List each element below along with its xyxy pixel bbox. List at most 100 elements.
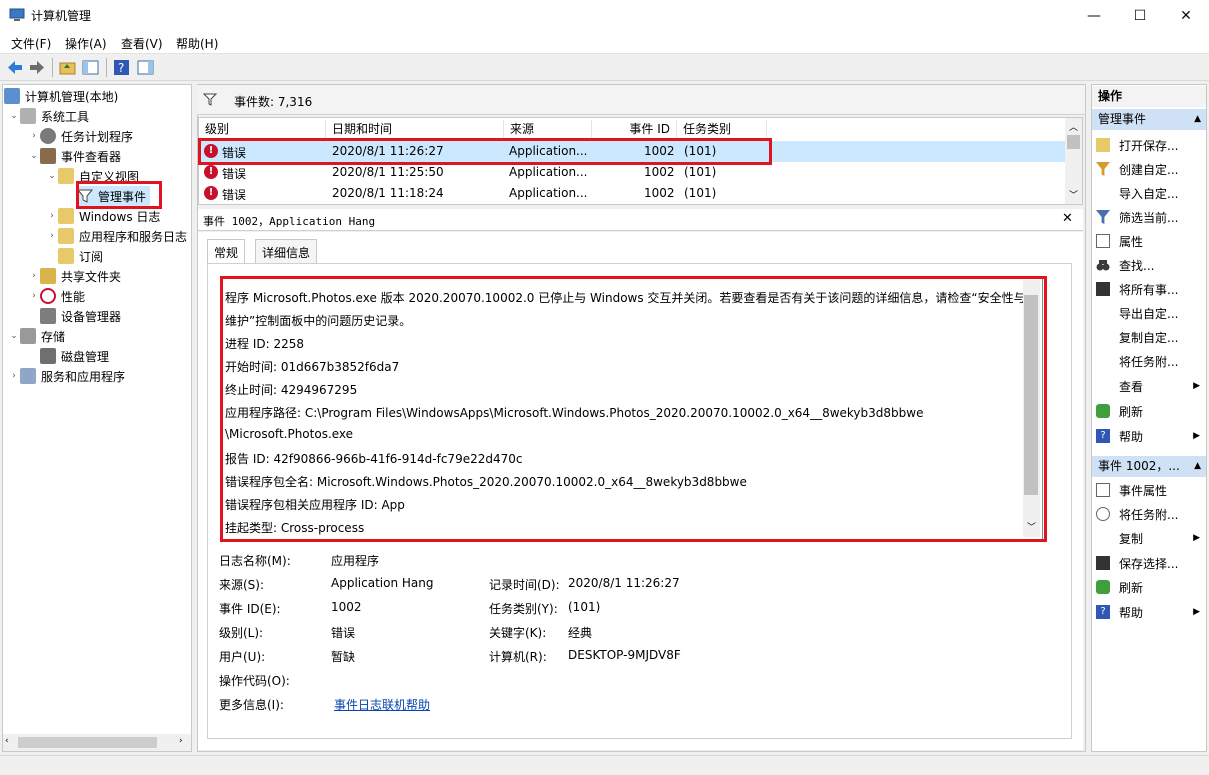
action-save-all-events[interactable]: 将所有事...	[1096, 279, 1204, 299]
column-event-id[interactable]: 事件 ID	[592, 120, 677, 139]
collapse-up-icon[interactable]: ▲	[1194, 109, 1201, 130]
tree-admin-events[interactable]: 管理事件	[76, 186, 151, 206]
column-datetime[interactable]: 日期和时间	[326, 120, 504, 139]
action-refresh-event[interactable]: 刷新	[1096, 577, 1204, 597]
minimize-button[interactable]: —	[1071, 0, 1117, 31]
tree-windows-logs[interactable]: › Windows 日志	[46, 206, 160, 226]
user-value: 暂缺	[331, 650, 356, 664]
tree-root[interactable]: 计算机管理(本地)	[4, 86, 118, 106]
action-label: 将任务附...	[1119, 354, 1179, 369]
tree-storage[interactable]: ⌄ 存储	[8, 326, 65, 346]
action-copy[interactable]: 复制 ▶	[1096, 528, 1204, 548]
action-copy-custom-view[interactable]: 复制自定...	[1096, 327, 1204, 347]
scroll-down-icon[interactable]: ﹀	[1027, 520, 1036, 533]
tree-app-service-logs[interactable]: › 应用程序和服务日志	[46, 226, 187, 246]
scroll-left-icon[interactable]: ‹	[5, 736, 9, 746]
action-label: 保存选择...	[1119, 556, 1179, 571]
cell-category: (101)	[684, 144, 717, 158]
action-label: 导出自定...	[1119, 306, 1179, 321]
action-export-custom-view[interactable]: 导出自定...	[1096, 303, 1204, 323]
action-open-saved-log[interactable]: 打开保存...	[1096, 135, 1204, 155]
tree-services-apps[interactable]: › 服务和应用程序	[8, 366, 125, 386]
action-help[interactable]: ? 帮助 ▶	[1096, 426, 1204, 446]
chevron-right-icon[interactable]: ›	[28, 131, 40, 141]
scroll-right-icon[interactable]: ›	[179, 736, 183, 746]
menu-view[interactable]: 查看(V)	[121, 35, 163, 52]
tab-details[interactable]: 详细信息	[255, 239, 318, 263]
table-row[interactable]: ! 错误 2020/8/1 11:18:24 Application... 10…	[199, 183, 1065, 204]
maximize-button[interactable]: ☐	[1117, 0, 1163, 31]
menu-file[interactable]: 文件(F)	[11, 35, 51, 52]
tree-disk-management[interactable]: 磁盘管理	[40, 346, 109, 366]
copy-icon	[1096, 330, 1110, 344]
action-attach-task[interactable]: 将任务附...	[1096, 351, 1204, 371]
table-row[interactable]: ! 错误 2020/8/1 11:26:27 Application... 10…	[199, 141, 1065, 162]
chevron-down-icon[interactable]: ⌄	[8, 331, 20, 341]
scroll-down-icon[interactable]: ﹀	[1069, 188, 1078, 201]
column-level[interactable]: 级别	[199, 120, 326, 139]
event-list-scrollbar[interactable]: ︿ ﹀	[1065, 118, 1082, 204]
back-arrow-icon[interactable]	[6, 59, 24, 76]
attach-task-icon	[1096, 354, 1110, 368]
tab-general[interactable]: 常规	[207, 239, 246, 264]
chevron-right-icon[interactable]: ›	[46, 231, 58, 241]
chevron-down-icon[interactable]: ⌄	[46, 171, 58, 181]
chevron-right-icon[interactable]: ›	[46, 211, 58, 221]
action-save-selected[interactable]: 保存选择...	[1096, 553, 1204, 573]
column-source[interactable]: 来源	[504, 120, 592, 139]
table-row[interactable]: ! 错误 2020/8/1 11:25:50 Application... 10…	[199, 162, 1065, 183]
clock-icon	[40, 128, 56, 144]
storage-icon	[20, 328, 36, 344]
menu-help[interactable]: 帮助(H)	[176, 35, 218, 52]
forward-arrow-icon[interactable]	[28, 59, 46, 76]
chevron-right-icon[interactable]: ›	[28, 291, 40, 301]
scroll-up-icon[interactable]: ︿	[1069, 120, 1078, 133]
actions-section-event[interactable]: 事件 1002，... ▲	[1092, 456, 1206, 477]
action-attach-task-event[interactable]: 将任务附...	[1096, 504, 1204, 524]
actions-section-admin-events[interactable]: 管理事件 ▲	[1092, 109, 1206, 130]
action-properties[interactable]: 属性	[1096, 231, 1204, 251]
window-title: 计算机管理	[31, 9, 92, 23]
tree-performance[interactable]: › 性能	[28, 286, 85, 306]
column-task-category[interactable]: 任务类别	[677, 120, 767, 139]
chevron-right-icon[interactable]: ›	[28, 271, 40, 281]
tree-subscriptions[interactable]: 订阅	[58, 246, 103, 266]
action-view[interactable]: 查看 ▶	[1096, 376, 1204, 396]
action-help-event[interactable]: ? 帮助 ▶	[1096, 602, 1204, 622]
close-button[interactable]: ✕	[1163, 0, 1209, 31]
chevron-down-icon[interactable]: ⌄	[8, 111, 20, 121]
clock-icon	[1096, 507, 1110, 521]
cell-category: (101)	[684, 186, 717, 200]
tree-custom-views[interactable]: ⌄ 自定义视图	[46, 166, 139, 186]
tree-system-tools[interactable]: ⌄ 系统工具	[8, 106, 89, 126]
tree-device-manager[interactable]: 设备管理器	[40, 306, 121, 326]
event-log-online-help-link[interactable]: 事件日志联机帮助	[334, 696, 430, 713]
keywords-value: 经典	[568, 626, 593, 640]
help-icon[interactable]: ?	[113, 59, 131, 76]
disk-icon	[40, 348, 56, 364]
tree-event-viewer[interactable]: ⌄ 事件查看器	[28, 146, 121, 166]
chevron-down-icon[interactable]: ⌄	[28, 151, 40, 161]
action-import-custom-view[interactable]: 导入自定...	[1096, 183, 1204, 203]
tree-label: 应用程序和服务日志	[79, 229, 188, 244]
up-folder-icon[interactable]	[59, 59, 77, 76]
action-refresh[interactable]: 刷新	[1096, 401, 1204, 421]
menu-action[interactable]: 操作(A)	[65, 35, 107, 52]
show-action-pane-icon[interactable]	[137, 59, 155, 76]
tree-shared-folders[interactable]: › 共享文件夹	[28, 266, 121, 286]
action-filter-current[interactable]: 筛选当前...	[1096, 207, 1204, 227]
tree-label: 存储	[41, 329, 66, 344]
action-event-properties[interactable]: 事件属性	[1096, 480, 1204, 500]
collapse-up-icon[interactable]: ▲	[1194, 456, 1201, 477]
properties-icon	[1096, 483, 1110, 497]
action-label: 复制自定...	[1119, 330, 1179, 345]
close-icon[interactable]: ✕	[1062, 211, 1073, 226]
tree-task-scheduler[interactable]: › 任务计划程序	[28, 126, 133, 146]
tree-horizontal-scrollbar[interactable]: ‹ ›	[3, 734, 191, 751]
show-hide-tree-icon[interactable]	[82, 59, 100, 76]
description-scrollbar[interactable]: ﹀	[1023, 280, 1040, 537]
action-create-custom-view[interactable]: 创建自定...	[1096, 159, 1204, 179]
filter-icon	[76, 188, 94, 204]
action-find[interactable]: 查找...	[1096, 255, 1204, 275]
chevron-right-icon[interactable]: ›	[8, 371, 20, 381]
